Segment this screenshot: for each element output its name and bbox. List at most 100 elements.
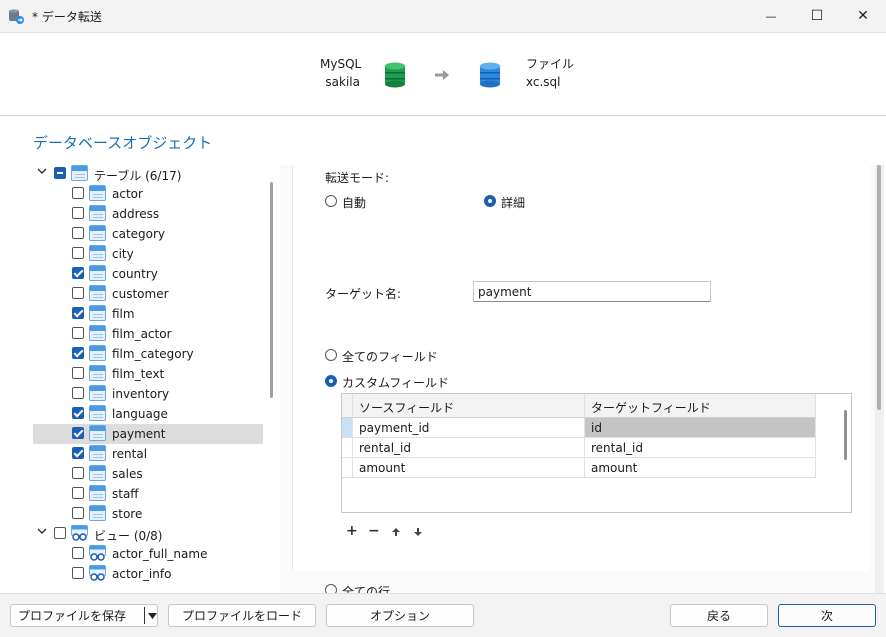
- object-tree[interactable]: テーブル (6/17) actor address category city count…: [33, 162, 263, 594]
- checkbox[interactable]: [72, 267, 84, 279]
- table-icon: [89, 305, 106, 321]
- options-button[interactable]: オプション: [326, 604, 474, 627]
- save-profile-label: プロファイルを保存: [18, 609, 127, 623]
- checkbox[interactable]: [72, 207, 84, 219]
- tree-item-table[interactable]: language: [33, 404, 263, 424]
- view-icon: [89, 565, 106, 581]
- close-button[interactable]: ✕: [840, 0, 886, 32]
- row-header-active[interactable]: [342, 418, 353, 438]
- source-field-header[interactable]: ソースフィールド: [353, 394, 585, 418]
- tree-item-table[interactable]: customer: [33, 284, 263, 304]
- grid-cell-source[interactable]: payment_id: [353, 418, 585, 438]
- table-icon: [89, 465, 106, 481]
- tree-item-label: customer: [112, 287, 169, 301]
- next-label: 次: [820, 609, 833, 623]
- dropdown-arrow-icon[interactable]: [148, 613, 157, 619]
- tree-item-table[interactable]: store: [33, 504, 263, 524]
- mode-auto-radio[interactable]: 自動: [325, 195, 405, 210]
- chevron-down-icon[interactable]: [35, 526, 49, 540]
- custom-fields-radio[interactable]: カスタムフィールド: [325, 375, 465, 390]
- tree-item-table[interactable]: rental: [33, 444, 263, 464]
- checkbox[interactable]: [72, 187, 84, 199]
- all-rows-label: 全ての行: [342, 585, 391, 593]
- options-label: オプション: [369, 609, 430, 623]
- back-button[interactable]: 戻る: [670, 604, 768, 627]
- all-fields-radio[interactable]: 全てのフィールド: [325, 349, 465, 364]
- move-down-icon[interactable]: [413, 527, 423, 537]
- tree-item-table[interactable]: city: [33, 244, 263, 264]
- field-mapping-grid[interactable]: ソースフィールド ターゲットフィールド payment_id id rental…: [341, 393, 852, 513]
- source-db: sakila: [325, 75, 360, 89]
- mode-detail-radio[interactable]: 詳細: [484, 195, 564, 210]
- row-header[interactable]: [342, 458, 353, 478]
- grid-cell-target[interactable]: id: [585, 418, 816, 438]
- checkbox[interactable]: [54, 167, 66, 179]
- target-info: ファイル xc.sql: [526, 55, 574, 91]
- checkbox[interactable]: [72, 367, 84, 379]
- tree-scrollbar[interactable]: [270, 182, 273, 398]
- radio-icon: [325, 349, 337, 361]
- checkbox[interactable]: [72, 447, 84, 459]
- checkbox[interactable]: [72, 427, 84, 439]
- grid-cell-source[interactable]: amount: [353, 458, 585, 478]
- tree-item-table[interactable]: country: [33, 264, 263, 284]
- all-rows-radio[interactable]: 全ての行: [325, 584, 465, 593]
- checkbox[interactable]: [72, 567, 84, 579]
- checkbox[interactable]: [72, 247, 84, 259]
- tree-item-view[interactable]: actor_full_name: [33, 544, 263, 564]
- table-icon: [89, 325, 106, 341]
- checkbox[interactable]: [72, 307, 84, 319]
- target-name-input[interactable]: payment: [473, 281, 711, 302]
- checkbox[interactable]: [72, 327, 84, 339]
- checkbox[interactable]: [72, 287, 84, 299]
- tree-item-table[interactable]: film_category: [33, 344, 263, 364]
- tree-item-table[interactable]: film: [33, 304, 263, 324]
- tree-item-table[interactable]: actor: [33, 184, 263, 204]
- checkbox[interactable]: [72, 227, 84, 239]
- maximize-button[interactable]: ☐: [794, 0, 840, 32]
- checkbox[interactable]: [72, 487, 84, 499]
- add-field-button[interactable]: +: [346, 523, 358, 539]
- table-icon: [89, 285, 106, 301]
- transfer-header: MySQL sakila ファイル xc.sql: [0, 33, 886, 116]
- checkbox[interactable]: [54, 527, 66, 539]
- tree-item-table[interactable]: inventory: [33, 384, 263, 404]
- title-bar: * データ転送 — ☐ ✕: [0, 0, 886, 33]
- checkbox[interactable]: [72, 507, 84, 519]
- next-button[interactable]: 次: [778, 604, 876, 627]
- file-database-icon: [480, 62, 500, 88]
- checkbox[interactable]: [72, 467, 84, 479]
- tree-group-views[interactable]: ビュー (0/8): [33, 524, 263, 544]
- tree-item-label: language: [112, 407, 168, 421]
- chevron-down-icon[interactable]: [35, 166, 49, 180]
- save-profile-button[interactable]: プロファイルを保存: [10, 604, 158, 627]
- tree-item-view[interactable]: actor_info: [33, 564, 263, 584]
- tree-item-table[interactable]: payment: [33, 424, 263, 444]
- checkbox[interactable]: [72, 387, 84, 399]
- radio-selected-icon: [325, 375, 337, 387]
- row-header[interactable]: [342, 438, 353, 458]
- checkbox[interactable]: [72, 547, 84, 559]
- grid-cell-source[interactable]: rental_id: [353, 438, 585, 458]
- grid-cell-target[interactable]: rental_id: [585, 438, 816, 458]
- tree-item-table[interactable]: address: [33, 204, 263, 224]
- tree-item-table[interactable]: sales: [33, 464, 263, 484]
- checkbox[interactable]: [72, 407, 84, 419]
- tree-item-table[interactable]: category: [33, 224, 263, 244]
- tree-item-table[interactable]: film_text: [33, 364, 263, 384]
- view-icon: [89, 545, 106, 561]
- checkbox[interactable]: [72, 347, 84, 359]
- tree-item-table[interactable]: film_actor: [33, 324, 263, 344]
- load-profile-button[interactable]: プロファイルをロード: [168, 604, 316, 627]
- move-up-icon[interactable]: [391, 527, 401, 537]
- minimize-button[interactable]: —: [748, 0, 794, 32]
- grid-scrollbar[interactable]: [844, 410, 847, 460]
- grid-corner: [342, 394, 353, 418]
- grid-cell-target[interactable]: amount: [585, 458, 816, 478]
- tree-group-tables[interactable]: テーブル (6/17): [33, 164, 263, 184]
- remove-field-button[interactable]: −: [368, 523, 380, 539]
- settings-scrollbar-thumb[interactable]: [877, 165, 881, 410]
- target-field-header[interactable]: ターゲットフィールド: [585, 394, 816, 418]
- table-icon: [71, 165, 88, 181]
- tree-item-table[interactable]: staff: [33, 484, 263, 504]
